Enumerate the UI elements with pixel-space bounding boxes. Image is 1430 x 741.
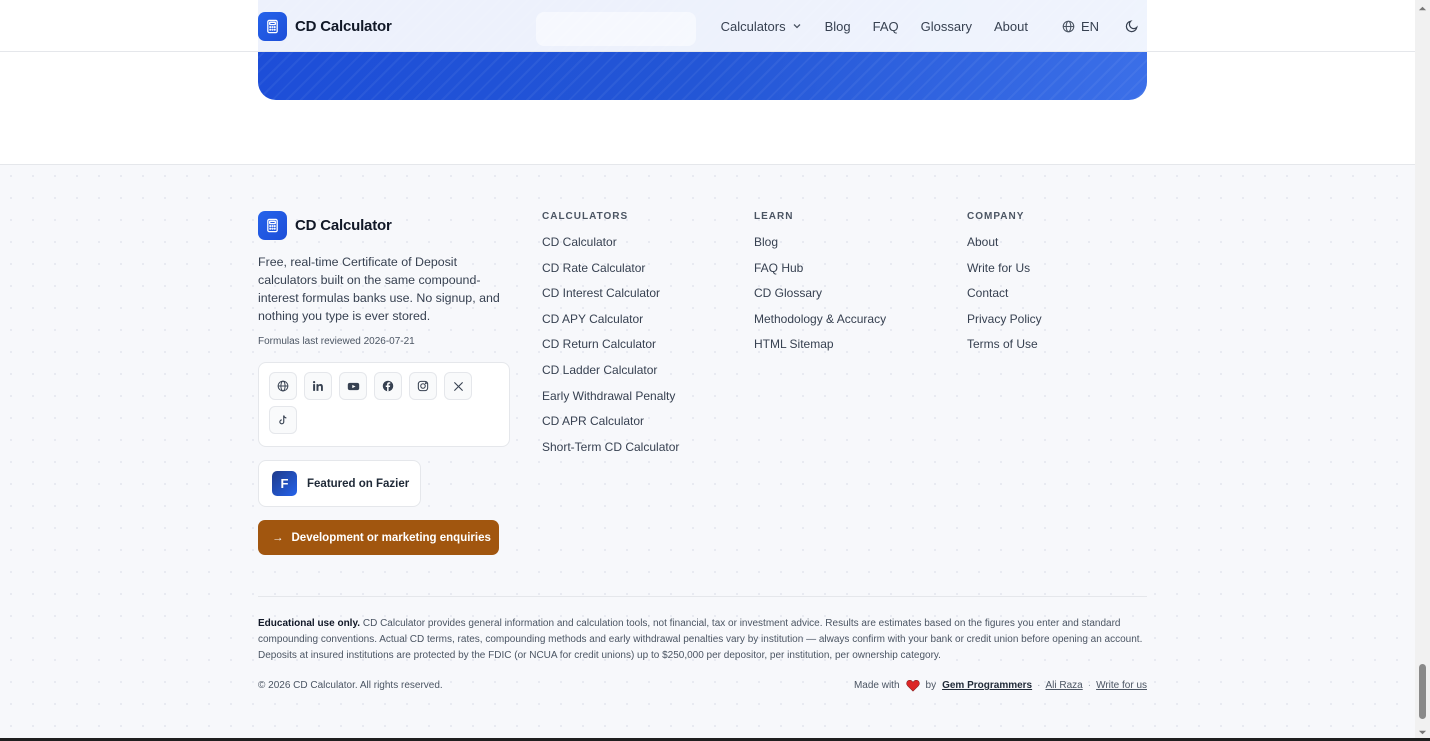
site-footer: CD Calculator Free, real-time Certificat… [0, 164, 1415, 741]
nav-blog[interactable]: Blog [825, 19, 851, 34]
chevron-down-icon [793, 24, 801, 29]
vertical-scrollbar[interactable] [1415, 0, 1430, 741]
disclaimer: Educational use only. CD Calculator prov… [258, 616, 1147, 664]
nav-ghost-box [536, 12, 696, 46]
moon-icon [1125, 20, 1138, 33]
footer-link-cd-ladder-calculator[interactable]: CD Ladder Calculator [542, 362, 679, 388]
arrow-right-icon: → [272, 531, 284, 544]
footer-link-privacy-policy[interactable]: Privacy Policy [967, 311, 1042, 337]
calculator-logo-icon[interactable] [258, 211, 287, 240]
footer-link-cd-rate-calculator[interactable]: CD Rate Calculator [542, 260, 679, 286]
fazier-label: Featured on Fazier [307, 477, 410, 490]
footer-description: Free, real-time Certificate of Deposit c… [258, 255, 500, 323]
scrollbar-thumb[interactable] [1419, 664, 1426, 719]
nav-about[interactable]: About [994, 19, 1028, 34]
nav-calculators-label: Calculators [720, 18, 786, 34]
facebook-icon[interactable] [374, 372, 402, 400]
footer-link-blog[interactable]: Blog [754, 234, 886, 260]
made-with-label: Made with [853, 680, 900, 691]
separator: · [1037, 680, 1041, 691]
footer-link-about[interactable]: About [967, 234, 1042, 260]
language-label: EN [1080, 18, 1099, 34]
nav-glossary[interactable]: Glossary [921, 19, 972, 34]
footer-link-cd-glossary[interactable]: CD Glossary [754, 285, 886, 311]
footer-link-methodology[interactable]: Methodology & Accuracy [754, 311, 886, 337]
brand-name[interactable]: CD Calculator [295, 18, 392, 35]
footer-link-faq-hub[interactable]: FAQ Hub [754, 260, 886, 286]
gem-programmers-link[interactable]: Gem Programmers [942, 680, 1032, 691]
social-links [258, 362, 510, 447]
footer-link-cd-apy-calculator[interactable]: CD APY Calculator [542, 311, 679, 337]
footer-company-column: COMPANY About Write for Us Contact Priva… [967, 211, 1042, 362]
footer-link-cd-return-calculator[interactable]: CD Return Calculator [542, 336, 679, 362]
navbar: CD Calculator Calculators Blog FAQ Gloss… [0, 0, 1415, 52]
footer-link-cd-calculator[interactable]: CD Calculator [542, 234, 679, 260]
disclaimer-lead: Educational use only. [258, 618, 361, 629]
footer-link-write-for-us[interactable]: Write for Us [967, 260, 1042, 286]
scroll-down-arrow-icon[interactable] [1418, 728, 1427, 737]
credits: Made with by Gem Programmers · Ali Raza … [854, 679, 1147, 692]
footer-link-cd-apr-calculator[interactable]: CD APR Calculator [542, 413, 679, 439]
company-heading: COMPANY [967, 211, 1025, 222]
globe-icon [1062, 20, 1075, 32]
language-switcher[interactable]: EN [1062, 19, 1099, 34]
tiktok-icon[interactable] [269, 406, 297, 434]
write-for-us-link[interactable]: Write for us [1096, 680, 1147, 691]
heart-icon [905, 679, 920, 692]
fazier-badge[interactable]: F Featured on Fazier [258, 460, 421, 507]
footer-link-html-sitemap[interactable]: HTML Sitemap [754, 336, 886, 362]
nav-links: Calculators Blog FAQ Glossary About [721, 19, 1028, 34]
theme-toggle[interactable] [1125, 19, 1139, 33]
nav-calculators[interactable]: Calculators [721, 19, 803, 34]
calculators-heading: CALCULATORS [542, 211, 629, 222]
youtube-icon[interactable] [339, 372, 367, 400]
by-label: by [925, 680, 937, 691]
enquiry-label: Development or marketing enquiries [291, 531, 491, 544]
footer-divider [258, 596, 1147, 597]
ali-raza-link[interactable]: Ali Raza [1045, 680, 1082, 691]
linkedin-icon[interactable] [304, 372, 332, 400]
footer-brand-name[interactable]: CD Calculator [295, 217, 392, 234]
globe-icon[interactable] [269, 372, 297, 400]
disclaimer-body: CD Calculator provides general informati… [258, 618, 1143, 661]
fazier-logo-icon: F [272, 471, 297, 496]
footer-calculators-column: CALCULATORS CD Calculator CD Rate Calcul… [542, 211, 679, 464]
footer-brand-column: CD Calculator Free, real-time Certificat… [258, 211, 510, 555]
footer-learn-column: LEARN Blog FAQ Hub CD Glossary Methodolo… [754, 211, 886, 362]
separator: · [1087, 680, 1092, 691]
enquiry-button[interactable]: → Development or marketing enquiries [258, 520, 499, 555]
copyright: © 2026 CD Calculator. All rights reserve… [258, 680, 443, 691]
footer-link-short-term-cd-calculator[interactable]: Short-Term CD Calculator [542, 439, 679, 465]
learn-heading: LEARN [754, 211, 794, 222]
calculator-logo-icon[interactable] [258, 11, 287, 41]
footer-bottom-row: © 2026 CD Calculator. All rights reserve… [258, 679, 1147, 692]
scroll-up-arrow-icon[interactable] [1418, 4, 1427, 13]
formulas-reviewed-date: Formulas last reviewed 2026-07-21 [258, 336, 415, 347]
footer-link-terms-of-use[interactable]: Terms of Use [967, 336, 1042, 362]
x-icon[interactable] [444, 372, 472, 400]
footer-link-early-withdrawal-penalty[interactable]: Early Withdrawal Penalty [542, 388, 679, 414]
footer-link-cd-interest-calculator[interactable]: CD Interest Calculator [542, 285, 679, 311]
nav-faq[interactable]: FAQ [873, 19, 899, 34]
instagram-icon[interactable] [409, 372, 437, 400]
footer-link-contact[interactable]: Contact [967, 285, 1042, 311]
